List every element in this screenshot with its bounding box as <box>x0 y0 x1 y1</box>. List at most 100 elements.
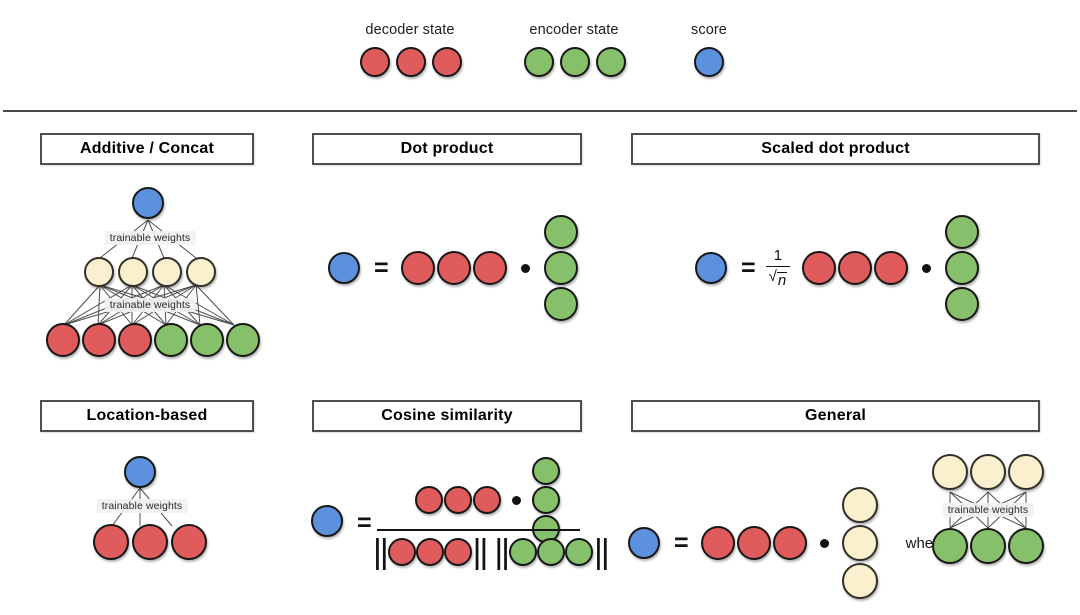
dot-encoder-vector <box>543 215 578 321</box>
panel-title-text: Location-based <box>86 407 208 424</box>
encoder-node <box>945 287 980 321</box>
decoder-node <box>802 251 837 285</box>
fraction-denominator: √ n <box>766 269 791 288</box>
scaled-decoder-vector <box>802 251 909 285</box>
encoder-node <box>970 528 1006 564</box>
additive-output-score-node <box>132 187 164 219</box>
encoder-node <box>945 215 980 249</box>
encoder-node <box>532 486 560 514</box>
weight-node <box>841 487 878 523</box>
decoder-node <box>93 524 129 560</box>
additive-weights-label-lower: trainable weights <box>104 298 196 312</box>
dot-product-operator-icon <box>922 263 932 273</box>
scaled-encoder-vector <box>945 215 980 321</box>
equals-sign: = <box>374 253 389 282</box>
dot-product-operator-icon <box>819 538 829 548</box>
score-node <box>328 252 360 284</box>
decoder-node <box>736 526 771 560</box>
encoder-node <box>543 251 578 285</box>
decoder-node <box>415 538 444 566</box>
general-decoder-vector <box>700 526 807 560</box>
norm-bars-close-encoder: || <box>594 533 610 571</box>
fraction-numerator: 1 <box>773 246 783 264</box>
cosine-denominator: || || || || <box>373 533 610 571</box>
general-weights-label: trainable weights <box>942 503 1034 517</box>
encoder-node <box>565 538 594 566</box>
weight-node <box>970 454 1006 490</box>
panel-cosine-similarity-figure: = || || || || <box>305 445 610 570</box>
decoder-node <box>444 486 472 514</box>
decoder-node <box>46 323 80 357</box>
norm-bars-close-decoder: || <box>472 533 489 571</box>
decoder-node <box>436 251 471 285</box>
equals-sign: = <box>741 253 756 282</box>
panel-title-text: General <box>805 407 866 424</box>
encoder-node <box>509 538 538 566</box>
decoder-node <box>82 323 116 357</box>
panel-title-cosine-similarity: Cosine similarity <box>312 400 582 432</box>
location-input-layer <box>93 524 207 560</box>
additive-weights-label-upper: trainable weights <box>104 231 196 245</box>
legend-label-decoder-state: decoder state <box>365 22 455 38</box>
decoder-node <box>415 486 443 514</box>
section-divider <box>3 110 1077 112</box>
circle-node-icon <box>694 47 724 77</box>
diagram-root: decoder state encoder state score Additi… <box>0 0 1080 615</box>
panel-title-text: Scaled dot product <box>761 140 910 157</box>
dot-product-operator-icon <box>512 495 521 505</box>
decoder-node <box>171 524 207 560</box>
legend-label-score: score <box>691 22 727 38</box>
panel-title-additive-concat: Additive / Concat <box>40 133 254 165</box>
circle-node-icon <box>524 47 554 77</box>
decoder-node <box>387 538 416 566</box>
weight-node <box>841 563 878 599</box>
circle-node-icon <box>360 47 390 77</box>
score-node <box>628 527 660 559</box>
legend-swatches-score <box>694 47 724 77</box>
weight-node <box>1008 454 1044 490</box>
encoder-node <box>537 538 566 566</box>
panel-general-equation: = where <box>628 487 964 599</box>
hidden-node <box>118 257 148 287</box>
encoder-node <box>226 323 260 357</box>
norm-bars-open-decoder: || <box>373 533 389 571</box>
decoder-node <box>118 323 152 357</box>
decoder-node <box>874 251 909 285</box>
legend-decoder-state: decoder state <box>360 22 462 82</box>
decoder-node <box>443 538 472 566</box>
circle-node-icon <box>396 47 426 77</box>
score-node <box>695 252 727 284</box>
legend-encoder-state: encoder state <box>524 22 626 82</box>
additive-hidden-layer <box>84 257 216 287</box>
panel-title-text: Dot product <box>400 140 494 157</box>
panel-title-location-based: Location-based <box>40 400 254 432</box>
dot-decoder-vector <box>400 251 507 285</box>
panel-additive-concat-figure: trainable weights trainable weights <box>40 175 260 360</box>
decoder-node <box>473 486 501 514</box>
panel-title-text: Additive / Concat <box>79 140 215 157</box>
circle-node-icon <box>432 47 462 77</box>
encoder-node <box>1008 528 1044 564</box>
decoder-node <box>700 526 735 560</box>
legend-swatches-encoder-state <box>524 47 626 77</box>
cosine-denominator-encoder <box>509 538 594 566</box>
decoder-node <box>472 251 507 285</box>
circle-node-icon <box>596 47 626 77</box>
decoder-node <box>772 526 807 560</box>
legend-score: score <box>691 22 727 82</box>
hidden-node <box>152 257 182 287</box>
weight-node <box>841 525 878 561</box>
legend-swatches-decoder-state <box>360 47 462 77</box>
cosine-numerator-decoder <box>415 486 501 514</box>
encoder-node <box>190 323 224 357</box>
panel-general-network: trainable weights <box>932 450 1052 568</box>
panel-title-scaled-dot-product: Scaled dot product <box>631 133 1040 165</box>
weight-node <box>932 454 968 490</box>
decoder-node <box>838 251 873 285</box>
cosine-fraction-bar <box>377 529 580 531</box>
panel-title-text: Cosine similarity <box>381 407 513 424</box>
panel-title-dot-product: Dot product <box>312 133 582 165</box>
dot-product-operator-icon <box>520 263 530 273</box>
hidden-node <box>186 257 216 287</box>
cosine-denominator-decoder <box>387 538 472 566</box>
